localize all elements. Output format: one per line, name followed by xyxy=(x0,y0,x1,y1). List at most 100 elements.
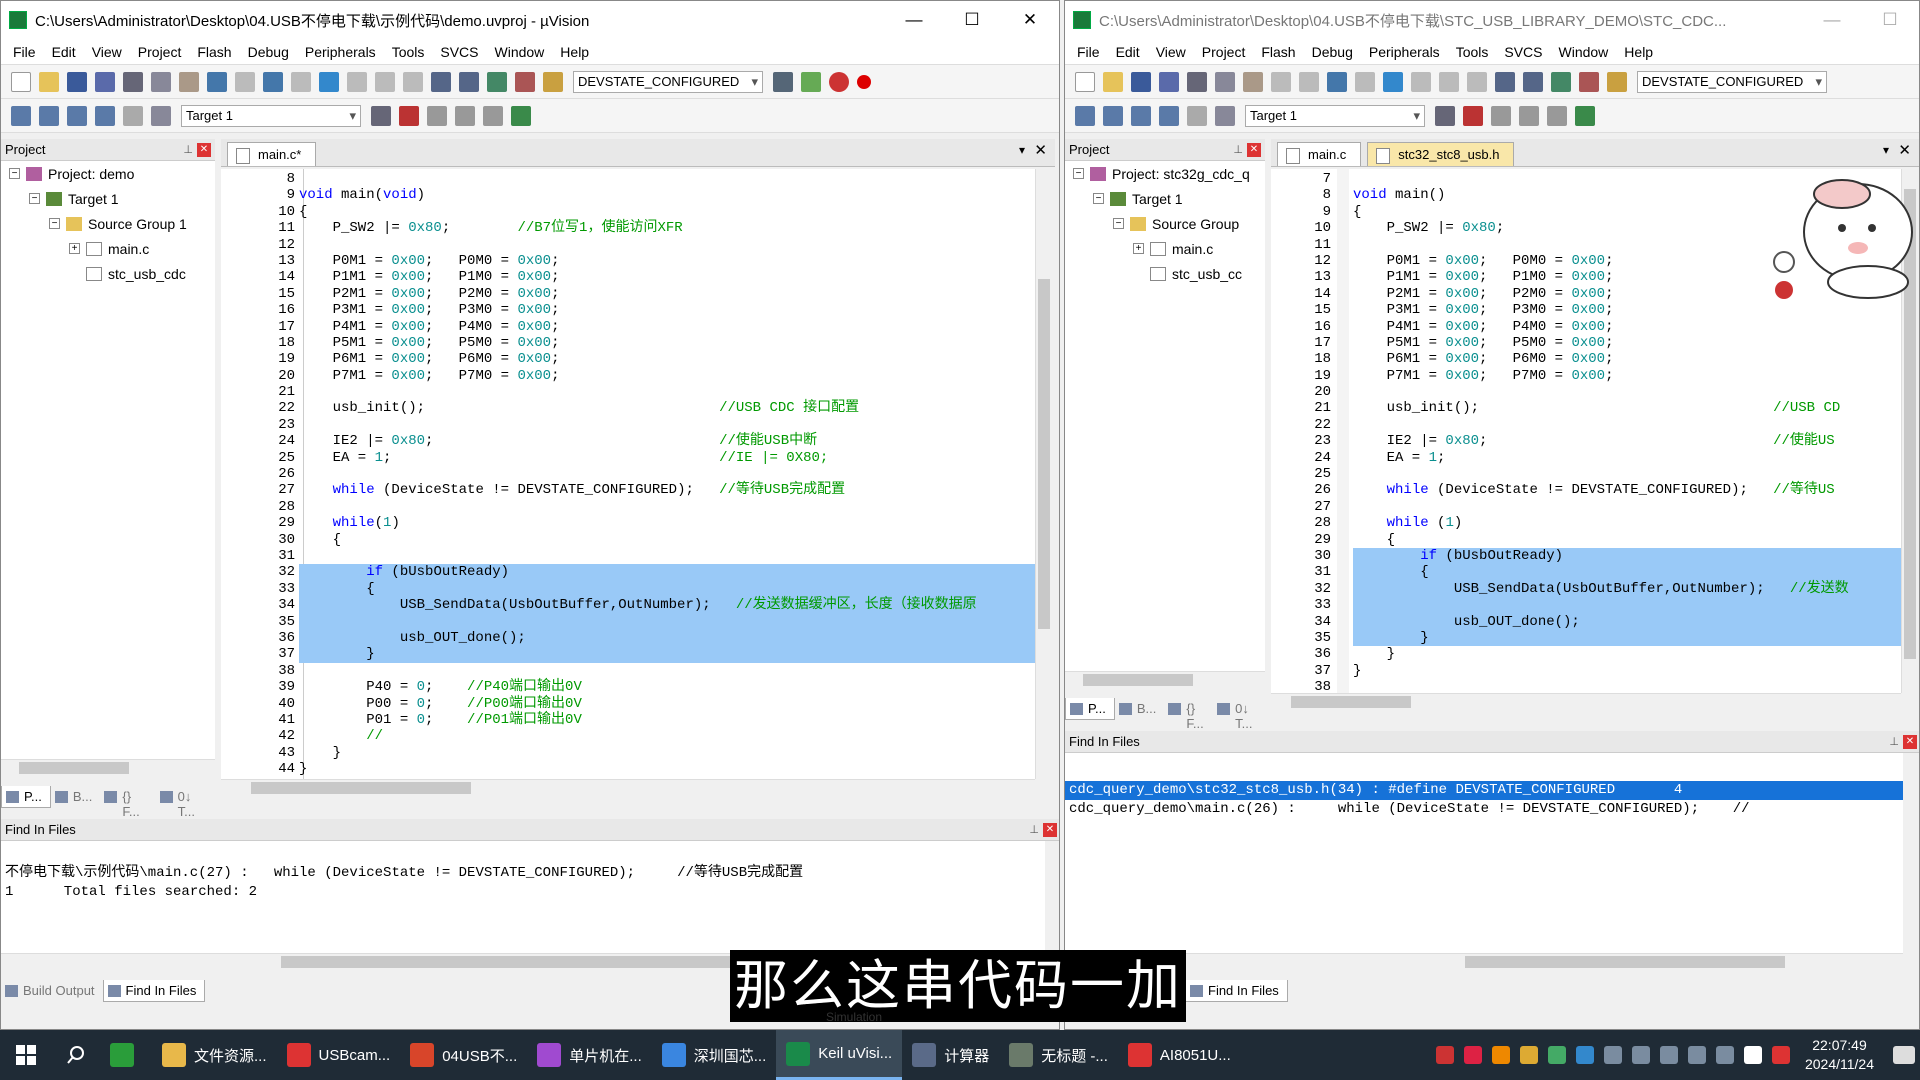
cut-icon[interactable] xyxy=(1187,71,1207,92)
find-in-files-icon[interactable] xyxy=(543,71,563,92)
run-time-env-icon[interactable] xyxy=(1575,105,1595,126)
code-line[interactable]: ​ xyxy=(299,663,1035,679)
bookmark-icon[interactable] xyxy=(319,71,339,92)
taskbar-item[interactable]: 单片机在... xyxy=(527,1030,652,1080)
uncomment-icon[interactable] xyxy=(515,71,535,92)
code-line[interactable]: ​ xyxy=(1353,466,1901,482)
run-time-env-icon[interactable] xyxy=(511,105,531,126)
code-line[interactable]: usb_OUT_done(); xyxy=(1353,613,1901,630)
right-editor-hscroll[interactable] xyxy=(1271,693,1901,709)
code-line[interactable]: ​ xyxy=(299,171,1035,187)
bookmark-icon[interactable] xyxy=(1383,71,1403,92)
build-icon[interactable] xyxy=(39,105,59,126)
menu-view[interactable]: View xyxy=(84,44,130,60)
new-file-icon[interactable] xyxy=(1075,71,1095,92)
project-pane-tab[interactable]: {} F... xyxy=(100,786,155,819)
usb-device-icon[interactable] xyxy=(1603,1046,1622,1064)
save-all-icon[interactable] xyxy=(95,71,115,92)
tree-item[interactable]: + main.c xyxy=(1065,236,1265,261)
expand-icon[interactable]: − xyxy=(49,218,60,229)
input-method-icon[interactable] xyxy=(1743,1046,1762,1064)
code-line[interactable]: while (1) xyxy=(1353,515,1901,531)
code-line[interactable]: IE2 |= 0x80; //使能US xyxy=(1353,433,1901,449)
code-line[interactable]: P1M1 = 0x00; P1M0 = 0x00; xyxy=(299,269,1035,285)
menu-peripherals[interactable]: Peripherals xyxy=(1361,44,1448,60)
tree-item[interactable]: − Project: stc32g_cdc_q xyxy=(1065,161,1265,186)
expand-icon[interactable]: − xyxy=(1093,193,1104,204)
tree-item[interactable]: − Source Group xyxy=(1065,211,1265,236)
menu-peripherals[interactable]: Peripherals xyxy=(297,44,384,60)
pack-installer-icon[interactable] xyxy=(455,105,475,126)
tree-item[interactable]: − Source Group 1 xyxy=(1,211,215,236)
stop-build-icon[interactable] xyxy=(123,105,143,126)
code-line[interactable]: usb_init(); //USB CDC 接口配置 xyxy=(299,400,1035,416)
find-close-icon[interactable]: ✕ xyxy=(1043,822,1057,837)
code-line[interactable]: } xyxy=(1353,646,1901,662)
incremental-find-icon[interactable] xyxy=(801,71,821,92)
code-area[interactable]: ​void main(void){ P_SW2 |= 0x80; //B7位写1… xyxy=(299,171,1035,777)
right-minimize-button[interactable]: — xyxy=(1803,1,1861,39)
file-extensions-icon[interactable] xyxy=(399,105,419,126)
project-pane-tab[interactable]: P... xyxy=(1,786,51,808)
tree-item[interactable]: − Project: demo xyxy=(1,161,215,186)
open-file-icon[interactable] xyxy=(1103,71,1123,92)
redo-icon[interactable] xyxy=(1299,71,1319,92)
code-line[interactable]: P3M1 = 0x00; P3M0 = 0x00; xyxy=(299,302,1035,318)
code-line[interactable]: ​ xyxy=(1353,417,1901,433)
redo-icon[interactable] xyxy=(235,71,255,92)
pane-close-icon[interactable]: ✕ xyxy=(197,142,211,157)
tree-item[interactable]: stc_usb_cc xyxy=(1065,261,1265,286)
code-line[interactable]: P7M1 = 0x00; P7M0 = 0x00; xyxy=(1353,368,1901,384)
editor-vscroll[interactable] xyxy=(1035,169,1051,779)
left-title-bar[interactable]: C:\Users\Administrator\Desktop\04.USB不停电… xyxy=(1,1,1059,39)
code-line[interactable]: { xyxy=(299,204,1035,220)
find-result-line[interactable] xyxy=(1,845,1045,864)
code-line[interactable]: { xyxy=(1353,532,1901,548)
stop-build-icon[interactable] xyxy=(1187,105,1207,126)
code-line[interactable]: P5M1 = 0x00; P5M0 = 0x00; xyxy=(1353,335,1901,351)
code-line[interactable]: { xyxy=(299,532,1035,548)
code-line[interactable]: } xyxy=(299,745,1035,761)
code-line[interactable]: while(1) xyxy=(299,515,1035,531)
find-result-line[interactable]: cdc_query_demo\main.c(26) : while (Devic… xyxy=(1065,800,1903,819)
nav-forward-icon[interactable] xyxy=(1355,71,1375,92)
download-icon[interactable] xyxy=(1215,105,1235,126)
project-pane-tab[interactable]: {} F... xyxy=(1164,698,1213,731)
code-line[interactable]: P6M1 = 0x00; P6M0 = 0x00; xyxy=(299,351,1035,367)
network-icon[interactable] xyxy=(1631,1046,1650,1064)
find-result-line[interactable]: cdc_query_demo\stc32_stc8_usb.h(34) : #d… xyxy=(1065,781,1903,800)
find-result-line[interactable]: 不停电下载\示例代码\main.c(27) : while (DeviceSta… xyxy=(1,864,1045,883)
code-line[interactable]: ​ xyxy=(299,613,1035,630)
menu-project[interactable]: Project xyxy=(1194,44,1254,60)
comment-icon[interactable] xyxy=(1551,71,1571,92)
menu-help[interactable]: Help xyxy=(1616,44,1661,60)
clear-bookmarks-icon[interactable] xyxy=(403,71,423,92)
find-close-icon[interactable]: ✕ xyxy=(1903,734,1917,749)
maximize-button[interactable]: ☐ xyxy=(943,1,1001,39)
code-line[interactable]: ​ xyxy=(1353,499,1901,515)
tab-list-icon[interactable]: ▾ xyxy=(1019,143,1025,157)
comment-icon[interactable] xyxy=(487,71,507,92)
translate-icon[interactable] xyxy=(11,105,31,126)
taskbar-item[interactable]: 文件资源... xyxy=(152,1030,277,1080)
target-combo[interactable]: Target 1 xyxy=(181,104,361,127)
right-tree-hscroll[interactable] xyxy=(1065,671,1265,687)
tray-app-icon[interactable] xyxy=(1435,1046,1454,1064)
project-pane-tab[interactable]: 0↓ T... xyxy=(1213,698,1265,731)
code-line[interactable]: P00 = 0; //P00端口输出0V xyxy=(299,696,1035,712)
taskbar-item[interactable]: AI8051U... xyxy=(1118,1030,1241,1080)
expand-icon[interactable]: − xyxy=(1113,218,1124,229)
file-extensions-icon[interactable] xyxy=(1463,105,1483,126)
code-line[interactable]: if (bUsbOutReady) xyxy=(299,564,1035,581)
taskbar-item[interactable]: 04USB不... xyxy=(400,1030,527,1080)
build-icon[interactable] xyxy=(1103,105,1123,126)
close-button[interactable]: ✕ xyxy=(1001,1,1059,39)
editor-close-icon[interactable]: ✕ xyxy=(1898,141,1911,159)
taskbar-item[interactable]: Keil uVisi... xyxy=(776,1030,903,1080)
find-combo[interactable]: DEVSTATE_CONFIGURED xyxy=(573,70,763,93)
code-line[interactable]: ​ xyxy=(1353,597,1901,614)
prev-bookmark-icon[interactable] xyxy=(1411,71,1431,92)
output-tab[interactable]: Find In Files xyxy=(1185,980,1288,1002)
taskbar-item[interactable]: 计算器 xyxy=(902,1030,999,1080)
target-options-icon[interactable] xyxy=(371,105,391,126)
